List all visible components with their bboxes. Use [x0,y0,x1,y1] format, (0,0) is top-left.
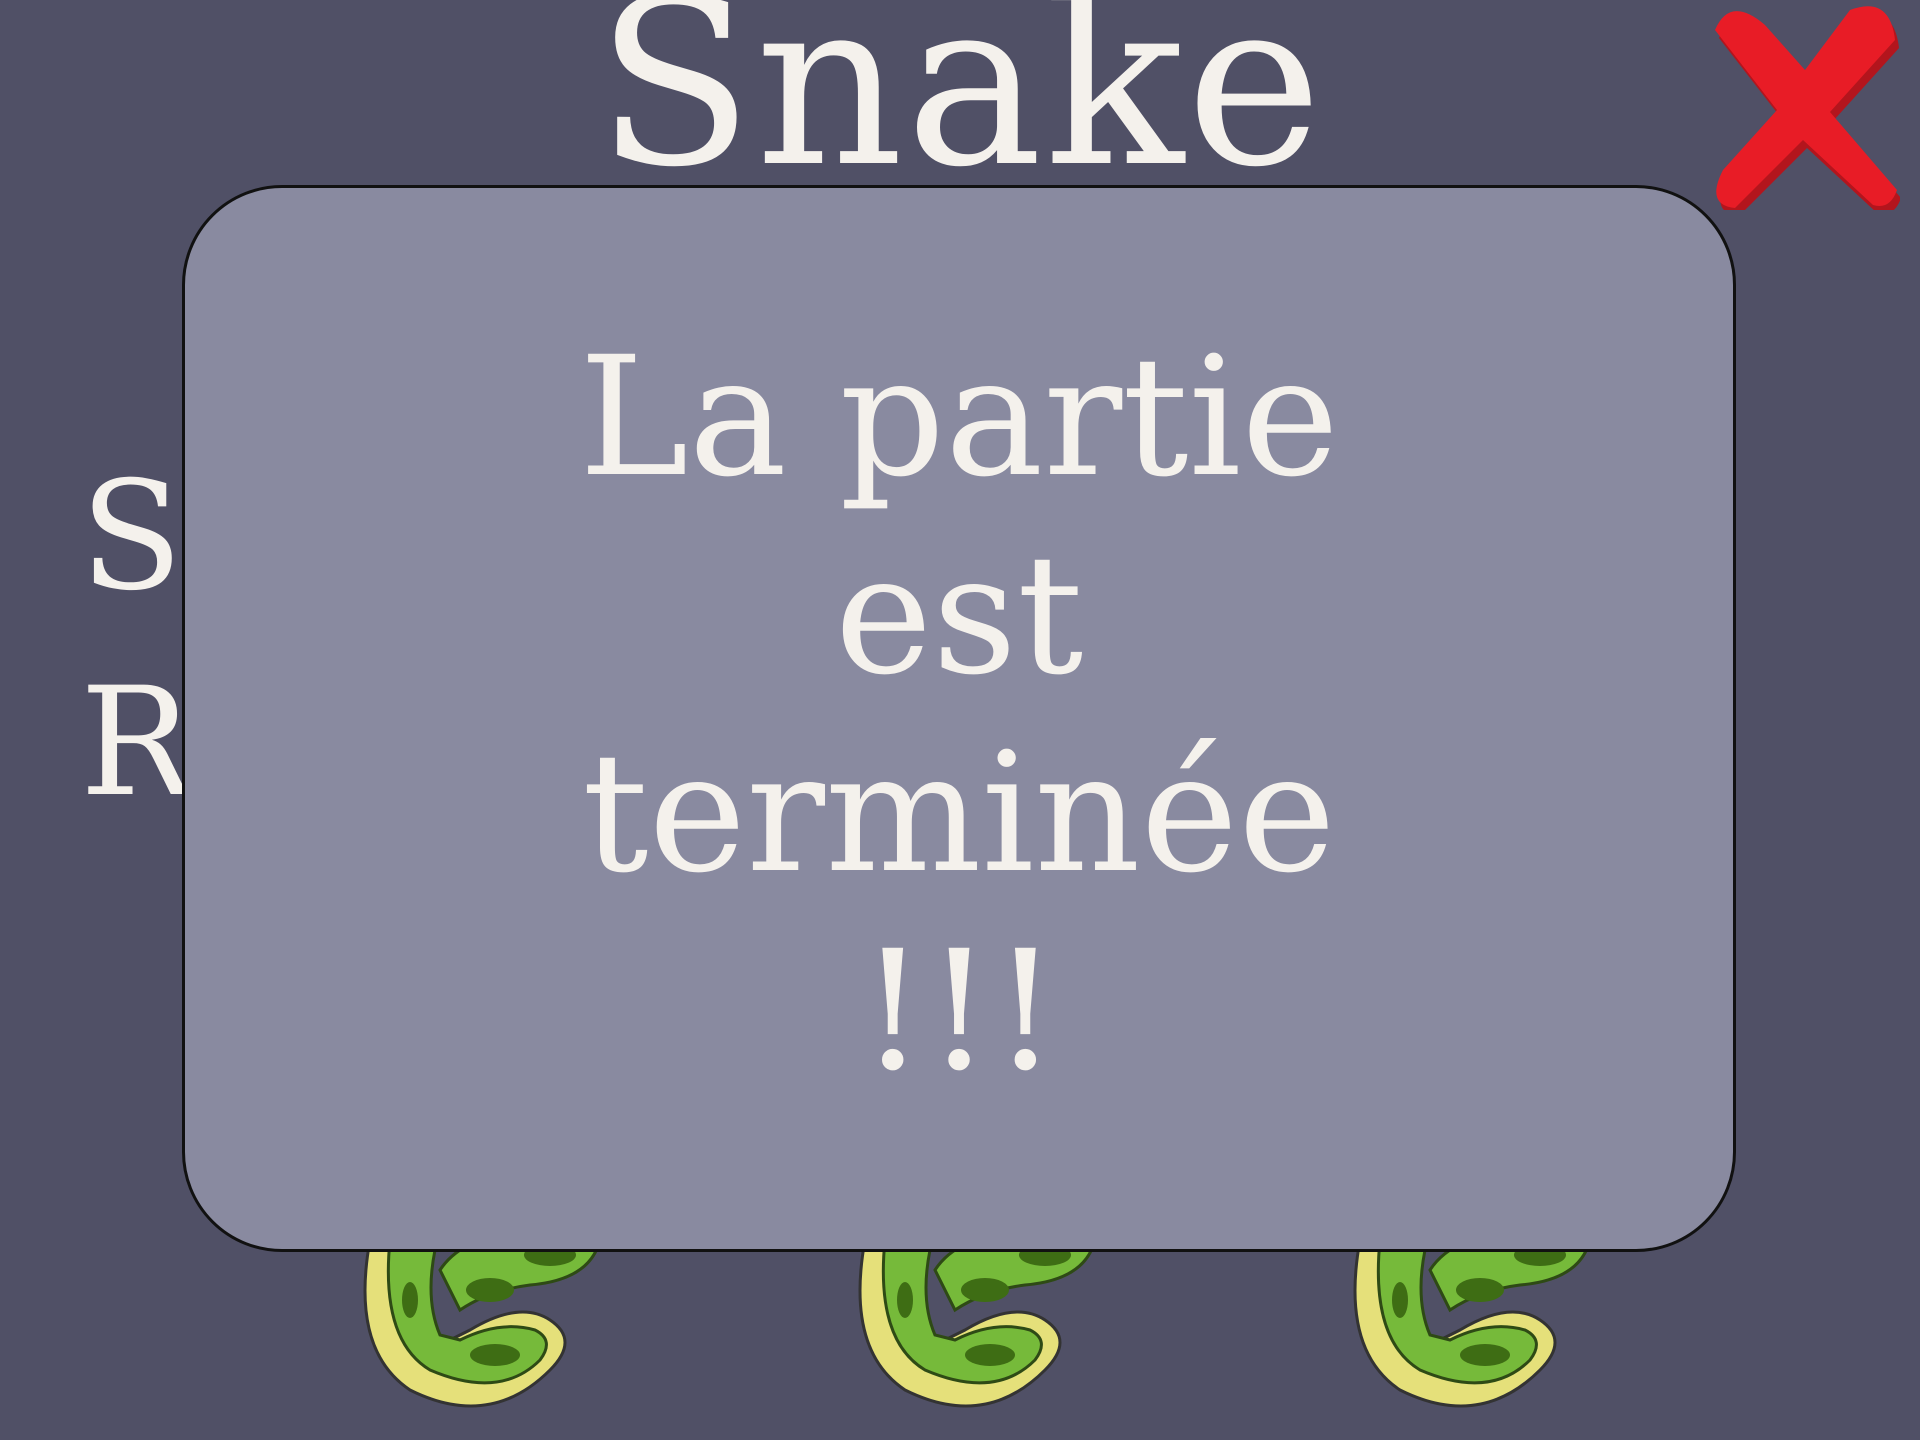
close-icon[interactable] [1705,0,1900,210]
snake-icon[interactable] [350,1230,630,1410]
background-label-restart: R [80,656,193,830]
snake-icon[interactable] [845,1230,1125,1410]
game-over-dialog: La partie est terminée !!! [182,185,1736,1252]
game-title: Snake [595,0,1325,218]
snake-icon[interactable] [1340,1230,1620,1410]
game-over-message: La partie est terminée !!! [579,320,1339,1107]
